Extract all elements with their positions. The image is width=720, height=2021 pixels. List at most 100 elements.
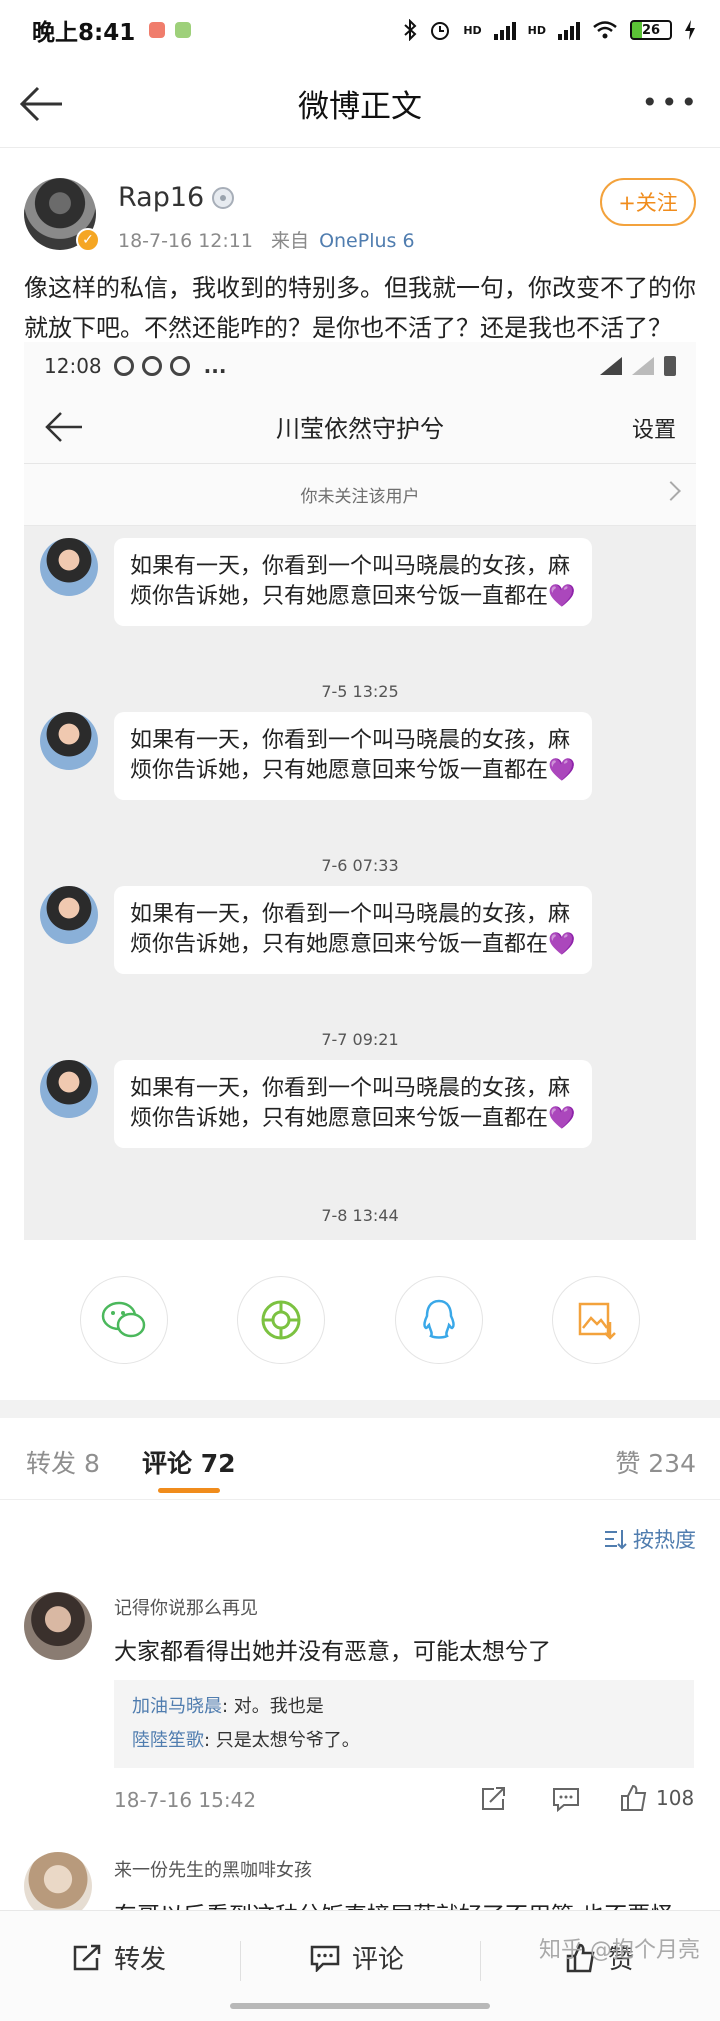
thumbs-up-icon (621, 1784, 647, 1811)
more-icon[interactable]: ••• (641, 86, 700, 119)
message-text: 如果有一天，你看到一个叫马晓晨的女孩，麻烦你告诉她，只有她愿意回来兮饭一直都在 (130, 1076, 571, 1131)
reply-author[interactable]: 加油马晓晨 (132, 1696, 222, 1717)
comment-share-button[interactable] (480, 1786, 508, 1812)
comment-reply-button[interactable] (552, 1786, 580, 1812)
message-text: 如果有一天，你看到一个叫马晓晨的女孩，麻烦你告诉她，只有她愿意回来兮饭一直都在 (130, 728, 571, 783)
status-bar: 晚上8:41 HD HD 26 (0, 0, 720, 60)
sort-toggle[interactable]: 按热度 (603, 1524, 696, 1554)
sort-icon (605, 1530, 627, 1550)
more-notifications-icon: ... (203, 354, 227, 378)
purple-heart-emoji: 💜 (548, 932, 576, 957)
battery-icon (664, 356, 676, 376)
purple-heart-emoji: 💜 (548, 584, 576, 609)
medal-icon (212, 186, 235, 209)
notice-text: 你未关注该用户 (300, 487, 420, 507)
embedded-screenshot[interactable]: 12:08 ... 川莹依然守护兮 设置 你未关注该用户 如果有一天，你看到一个… (24, 342, 696, 1240)
signal-icon (493, 20, 516, 40)
comment-button[interactable]: 评论 (310, 1939, 404, 1976)
commenter-name[interactable]: 记得你说那么再见 (114, 1594, 258, 1620)
network-label: HD (463, 23, 482, 37)
reply-item: 陸陸笙歌: 只是太想兮爷了。 (132, 1724, 676, 1758)
status-indicators: HD HD 26 (403, 19, 696, 41)
home-indicator[interactable] (230, 2003, 490, 2009)
author-avatar[interactable]: ✓ (24, 178, 100, 252)
watermark: 知乎 @抱个月亮 (539, 1938, 700, 1963)
interaction-tabs: 转发 8 评论 72 赞 234 (0, 1418, 720, 1500)
share-moments-button[interactable] (237, 1276, 325, 1364)
comment-replies[interactable]: 加油马晓晨: 对。我也是 陸陸笙歌: 只是太想兮爷了。 (114, 1680, 694, 1768)
share-row (0, 1276, 720, 1376)
comment-label: 评论 (352, 1945, 405, 1975)
sender-avatar (40, 538, 98, 596)
repost-button[interactable]: 转发 (72, 1939, 166, 1976)
repost-label: 转发 (114, 1945, 167, 1975)
purple-heart-emoji: 💜 (548, 758, 576, 783)
save-image-icon (578, 1302, 616, 1340)
qq-icon (423, 1299, 455, 1339)
sender-avatar (40, 1060, 98, 1118)
weibo-icon (113, 356, 134, 376)
purple-heart-emoji: 💜 (548, 1106, 576, 1131)
sender-avatar (40, 886, 98, 944)
message-text: 如果有一天，你看到一个叫马晓晨的女孩，麻烦你告诉她，只有她愿意回来兮饭一直都在 (130, 902, 571, 957)
commenter-avatar[interactable] (24, 1592, 92, 1660)
verified-badge-icon: ✓ (76, 228, 100, 252)
alarm-icon (431, 22, 450, 40)
reply-text: : 只是太想兮爷了。 (204, 1730, 360, 1751)
reply-item: 加油马晓晨: 对。我也是 (132, 1690, 676, 1724)
repost-icon (73, 1944, 101, 1970)
message-text: 如果有一天，你看到一个叫马晓晨的女孩，麻烦你告诉她，只有她愿意回来兮饭一直都在 (130, 554, 571, 609)
back-arrow-icon (45, 412, 82, 442)
comment-like-button[interactable]: 108 (620, 1784, 694, 1812)
reply-author[interactable]: 陸陸笙歌 (132, 1730, 204, 1751)
author-name-row[interactable]: Rap16 (118, 182, 235, 213)
notification-app-icon (149, 22, 166, 38)
reply-text: : 对。我也是 (222, 1696, 324, 1717)
tab-comments[interactable]: 评论 72 (142, 1444, 236, 1480)
status-time: 晚上8:41 (32, 20, 136, 46)
post-meta: 18-7-16 12:11 来自 OnePlus 6 (118, 226, 415, 253)
message-bubble: 如果有一天，你看到一个叫马晓晨的女孩，麻烦你告诉她，只有她愿意回来兮饭一直都在💜 (114, 1060, 592, 1148)
notification-app-icon (175, 22, 192, 38)
device-link[interactable]: OnePlus 6 (319, 230, 415, 252)
embedded-settings: 设置 (631, 418, 676, 443)
message-bubble: 如果有一天，你看到一个叫马晓晨的女孩，麻烦你告诉她，只有她愿意回来兮饭一直都在💜 (114, 538, 592, 626)
author-name[interactable]: Rap16 (118, 182, 204, 213)
tab-likes[interactable]: 赞 234 (615, 1444, 696, 1480)
signal-icon (632, 357, 654, 375)
section-divider (0, 1400, 720, 1418)
post-header: ✓ Rap16 18-7-16 12:11 来自 OnePlus 6 +关注 (0, 178, 720, 258)
follow-button[interactable]: +关注 (600, 178, 696, 226)
bottom-divider (240, 1941, 241, 1981)
nav-bar: 微博正文 ••• (0, 60, 720, 148)
save-image-button[interactable] (552, 1276, 640, 1364)
battery-icon: 26 (630, 20, 672, 40)
charging-icon (685, 20, 695, 40)
chevron-right-icon (661, 481, 681, 501)
back-arrow-icon[interactable] (18, 82, 66, 126)
share-icon (482, 1787, 505, 1810)
embedded-status-right (600, 356, 676, 376)
moments-icon (261, 1300, 301, 1340)
embedded-status-icons: ... (113, 354, 227, 378)
embedded-follow-notice: 你未关注该用户 (24, 464, 696, 526)
comment-like-count: 108 (656, 1786, 695, 1810)
comment-date: 18-7-16 15:42 (114, 1788, 257, 1812)
app-icon (169, 356, 190, 376)
embedded-status-time: 12:08 (44, 354, 102, 378)
bottom-divider (480, 1941, 481, 1981)
bluetooth-icon (404, 19, 417, 41)
share-qq-button[interactable] (395, 1276, 483, 1364)
tab-reposts[interactable]: 转发 8 (26, 1444, 100, 1480)
comment-icon (310, 1945, 340, 1972)
status-app-icons (149, 22, 192, 38)
page-title: 微博正文 (298, 89, 422, 125)
share-wechat-button[interactable] (80, 1276, 168, 1364)
commenter-name[interactable]: 来一份先生的黑咖啡女孩 (114, 1856, 312, 1882)
network-label: HD (527, 23, 546, 37)
bottom-action-bar: 转发 评论 赞 (0, 1910, 720, 2021)
signal-icon (558, 20, 580, 40)
signal-icon (600, 357, 622, 375)
embedded-chat-area: 如果有一天，你看到一个叫马晓晨的女孩，麻烦你告诉她，只有她愿意回来兮饭一直都在💜… (24, 526, 696, 1240)
post-timestamp: 18-7-16 12:11 (118, 230, 253, 252)
